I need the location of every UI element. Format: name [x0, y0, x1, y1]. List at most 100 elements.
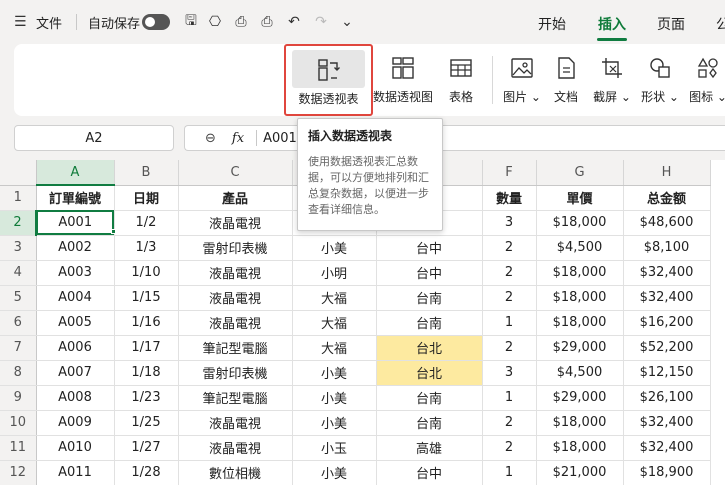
table-cell[interactable]: 2 — [482, 435, 537, 461]
table-cell[interactable]: A006 — [36, 335, 115, 361]
table-cell[interactable]: 1 — [482, 460, 537, 485]
table-cell[interactable]: 小美 — [292, 460, 377, 485]
column-header-h[interactable]: H — [623, 160, 711, 186]
table-cell[interactable]: $32,400 — [623, 260, 711, 286]
row-header[interactable]: 3 — [0, 235, 37, 261]
row-header[interactable]: 6 — [0, 310, 37, 336]
chevron-down-icon[interactable]: ⌄ — [338, 13, 356, 31]
shapes-button[interactable]: 形状 ⌄ — [640, 44, 680, 116]
table-cell[interactable]: A004 — [36, 285, 115, 311]
table-cell[interactable]: 1/17 — [114, 335, 179, 361]
row-header[interactable]: 12 — [0, 460, 37, 485]
icons-button[interactable]: 图标 ⌄ — [688, 44, 725, 116]
table-button[interactable]: 表格 — [442, 44, 480, 116]
table-cell[interactable]: 1/28 — [114, 460, 179, 485]
table-cell[interactable]: $18,000 — [536, 260, 624, 286]
picture-button[interactable]: 图片 ⌄ — [502, 44, 542, 116]
print-preview-icon[interactable]: ⎙ — [258, 13, 276, 31]
table-cell[interactable]: 2 — [482, 410, 537, 436]
table-cell[interactable]: 台中 — [376, 460, 483, 485]
table-cell[interactable]: $48,600 — [623, 210, 711, 236]
table-cell[interactable]: $8,100 — [623, 235, 711, 261]
table-cell[interactable]: 高雄 — [376, 435, 483, 461]
table-cell[interactable]: 台南 — [376, 310, 483, 336]
fx-icon[interactable]: fx — [232, 131, 244, 146]
table-cell[interactable]: 1 — [482, 310, 537, 336]
header-cell[interactable]: 數量 — [482, 185, 537, 211]
table-cell[interactable]: 台南 — [376, 385, 483, 411]
table-cell[interactable]: 1 — [482, 385, 537, 411]
row-header[interactable]: 1 — [0, 185, 37, 211]
table-cell[interactable]: A001 — [36, 210, 115, 236]
table-cell[interactable]: A007 — [36, 360, 115, 386]
table-cell[interactable]: $18,000 — [536, 310, 624, 336]
table-cell[interactable]: 液晶電視 — [178, 285, 293, 311]
table-cell[interactable]: 雷射印表機 — [178, 235, 293, 261]
table-cell[interactable]: $32,400 — [623, 285, 711, 311]
tab-home[interactable]: 开始 — [538, 14, 566, 34]
pivot-chart-button[interactable]: 数据透视图 — [372, 44, 434, 116]
fill-handle[interactable] — [111, 229, 116, 234]
table-cell[interactable]: 1/15 — [114, 285, 179, 311]
table-cell[interactable]: 2 — [482, 335, 537, 361]
table-cell[interactable]: 1/27 — [114, 435, 179, 461]
table-cell[interactable]: $52,200 — [623, 335, 711, 361]
row-header[interactable]: 2 — [0, 210, 37, 236]
table-cell[interactable]: 1/10 — [114, 260, 179, 286]
table-cell[interactable]: 小美 — [292, 410, 377, 436]
table-cell[interactable]: A011 — [36, 460, 115, 485]
table-cell[interactable]: 台南 — [376, 285, 483, 311]
formula-bar[interactable]: ⊖ fx A001 — [184, 125, 725, 151]
table-cell[interactable]: $4,500 — [536, 360, 624, 386]
table-cell[interactable]: 3 — [482, 360, 537, 386]
header-cell[interactable]: 單價 — [536, 185, 624, 211]
table-cell[interactable]: 小明 — [292, 260, 377, 286]
column-header-a[interactable]: A — [36, 160, 115, 186]
file-menu[interactable]: 文件 — [36, 12, 62, 32]
row-header[interactable]: 11 — [0, 435, 37, 461]
hamburger-menu-icon[interactable]: ☰ — [14, 12, 32, 32]
table-cell[interactable]: 1/18 — [114, 360, 179, 386]
table-cell[interactable]: $26,100 — [623, 385, 711, 411]
header-cell[interactable]: 日期 — [114, 185, 179, 211]
tab-insert[interactable]: 插入 — [598, 14, 626, 34]
table-cell[interactable]: 台中 — [376, 260, 483, 286]
table-cell[interactable]: $29,000 — [536, 335, 624, 361]
table-cell[interactable]: $32,400 — [623, 435, 711, 461]
row-header[interactable]: 5 — [0, 285, 37, 311]
table-cell[interactable]: 雷射印表機 — [178, 360, 293, 386]
table-cell[interactable]: 小美 — [292, 360, 377, 386]
table-cell[interactable]: $21,000 — [536, 460, 624, 485]
table-cell[interactable]: 台南 — [376, 410, 483, 436]
table-cell[interactable]: 小玉 — [292, 435, 377, 461]
table-cell[interactable]: 液晶電視 — [178, 435, 293, 461]
table-cell[interactable]: $4,500 — [536, 235, 624, 261]
document-button[interactable]: 文档 — [552, 44, 580, 116]
column-header-g[interactable]: G — [536, 160, 624, 186]
table-cell[interactable]: $32,400 — [623, 410, 711, 436]
table-cell[interactable]: 2 — [482, 260, 537, 286]
table-cell[interactable]: $18,000 — [536, 410, 624, 436]
zoom-icon[interactable]: ⊖ — [205, 131, 216, 146]
autosave-toggle[interactable] — [142, 14, 170, 30]
table-cell[interactable]: A005 — [36, 310, 115, 336]
table-cell[interactable]: 1/23 — [114, 385, 179, 411]
table-cell[interactable]: A003 — [36, 260, 115, 286]
header-cell[interactable]: 訂單編號 — [36, 185, 115, 211]
table-cell[interactable]: 台北 — [376, 335, 483, 361]
row-header[interactable]: 4 — [0, 260, 37, 286]
table-cell[interactable]: 大福 — [292, 335, 377, 361]
table-cell[interactable]: A009 — [36, 410, 115, 436]
row-header[interactable]: 7 — [0, 335, 37, 361]
name-box[interactable]: A2 — [14, 125, 174, 151]
table-cell[interactable]: $16,200 — [623, 310, 711, 336]
column-header-f[interactable]: F — [482, 160, 537, 186]
header-cell[interactable]: 產品 — [178, 185, 293, 211]
table-cell[interactable]: 液晶電視 — [178, 410, 293, 436]
header-cell[interactable]: 总金额 — [623, 185, 711, 211]
table-cell[interactable]: 大福 — [292, 310, 377, 336]
table-cell[interactable]: 小美 — [292, 385, 377, 411]
format-painter-icon[interactable]: ⎔ — [206, 13, 224, 31]
undo-icon[interactable]: ↶ — [285, 13, 303, 31]
column-header-c[interactable]: C — [178, 160, 293, 186]
